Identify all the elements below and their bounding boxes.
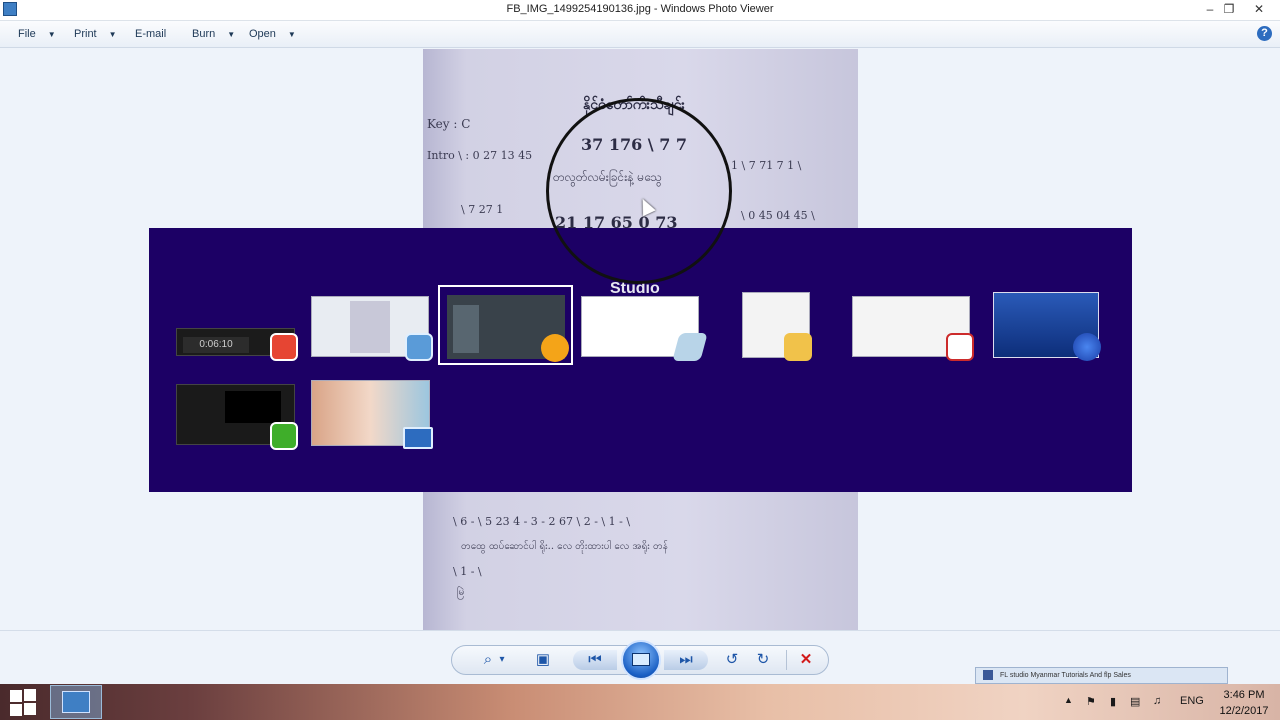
photo-row1-right: 1 \ 7 71 7 1 \ <box>731 159 802 172</box>
volume-icon[interactable]: ♫ <box>1153 695 1161 707</box>
photo-lower-lyric2: မြဲ <box>457 587 465 598</box>
menu-file-label: File <box>18 28 36 40</box>
maximize-button[interactable]: ❐ <box>1216 0 1242 20</box>
delete-icon[interactable]: ✕ <box>796 650 816 670</box>
close-window-button[interactable]: ✕ <box>1246 0 1272 20</box>
photo-lower-row1: \ 6 - \ 5 23 4 - 3 - 2 67 \ 2 - \ 1 - \ <box>453 515 631 528</box>
folder-icon <box>784 333 812 361</box>
show-hidden-icons-icon[interactable]: ▲ <box>1064 695 1073 705</box>
camtasia-studio-icon <box>270 422 298 450</box>
photo-viewer-icon <box>405 333 433 361</box>
menu-email[interactable]: E-mail <box>135 21 166 47</box>
window-title: FB_IMG_1499254190136.jpg - Windows Photo… <box>506 3 774 15</box>
menu-burn[interactable]: Burn ▼ <box>192 21 235 47</box>
zoom-icon[interactable]: ⌕ <box>478 650 498 670</box>
photo-lower-row2: \ 1 - \ <box>453 565 482 578</box>
rotate-counterclockwise-icon[interactable]: ↺ <box>722 650 742 670</box>
next-icon: ⏭ <box>679 651 693 668</box>
desktop-icon <box>403 427 433 449</box>
3g-modem-icon <box>1073 333 1101 361</box>
fl-studio-icon <box>541 334 569 362</box>
previous-button[interactable]: ⏮ <box>573 650 617 670</box>
zoom-caret-icon[interactable]: ▾ <box>497 650 507 670</box>
windows-logo-icon <box>10 690 22 702</box>
menu-open-label: Open <box>249 28 276 40</box>
windows-logo-pane <box>10 704 22 716</box>
previous-icon: ⏮ <box>588 651 602 668</box>
notification-text: FL studio Myanmar Tutorials And flp Sale… <box>1000 672 1131 679</box>
fl-studio-piano-roll <box>453 305 479 353</box>
photo-key: Key : C <box>427 117 471 131</box>
camtasia-recorder-icon <box>270 333 298 361</box>
network-icon[interactable]: ▤ <box>1130 695 1140 708</box>
windows-logo-pane <box>24 689 36 701</box>
help-icon[interactable]: ? <box>1257 26 1272 41</box>
camtasia-canvas <box>225 391 281 423</box>
power-icon[interactable]: ▮ <box>1110 695 1116 708</box>
chevron-down-icon: ▼ <box>108 30 117 39</box>
facebook-notification-bar[interactable]: FL studio Myanmar Tutorials And flp Sale… <box>975 667 1228 684</box>
windows-logo-pane <box>24 703 36 715</box>
start-button[interactable] <box>10 689 36 716</box>
chevron-down-icon: ▼ <box>287 30 296 39</box>
menu-burn-label: Burn <box>192 28 216 40</box>
next-button[interactable]: ⏭ <box>664 650 708 670</box>
clock-time[interactable]: 3:46 PM <box>1216 689 1272 701</box>
rotate-clockwise-icon[interactable]: ↻ <box>753 650 773 670</box>
chevron-down-icon: ▼ <box>47 30 56 39</box>
menu-file[interactable]: File ▼ <box>18 21 56 47</box>
photo-preview <box>350 301 390 353</box>
photo-viewer-icon <box>62 691 90 713</box>
toolbar-divider <box>786 650 787 670</box>
photo-row2-left: \ 7 27 1 <box>461 203 504 216</box>
slideshow-icon <box>632 653 650 666</box>
menu-open[interactable]: Open ▼ <box>249 21 296 47</box>
language-indicator[interactable]: ENG <box>1180 695 1204 707</box>
actual-size-icon[interactable]: ▣ <box>533 650 553 670</box>
menu-email-label: E-mail <box>135 28 167 40</box>
facebook-icon <box>983 670 993 680</box>
menu-print[interactable]: Print ▼ <box>74 21 117 47</box>
photo-intro: Intro \ : 0 27 13 45 <box>427 149 533 162</box>
photo-lower-lyric1: တထွေ ထပ်ဆောင်ပါ ရိုး.. လေ တိုးထားပါ လေ အ… <box>461 541 668 552</box>
action-center-flag-icon[interactable]: ⚑ <box>1086 695 1096 708</box>
recording-timer: 0:06:10 <box>183 337 249 353</box>
pdf-icon <box>946 333 974 361</box>
clock-date[interactable]: 12/2/2017 <box>1216 705 1272 717</box>
magnifier-lens <box>546 98 732 284</box>
photo-row2-right: \ 0 45 04 45 \ <box>741 209 815 222</box>
menu-print-label: Print <box>74 28 97 40</box>
chevron-down-icon: ▼ <box>227 30 236 39</box>
